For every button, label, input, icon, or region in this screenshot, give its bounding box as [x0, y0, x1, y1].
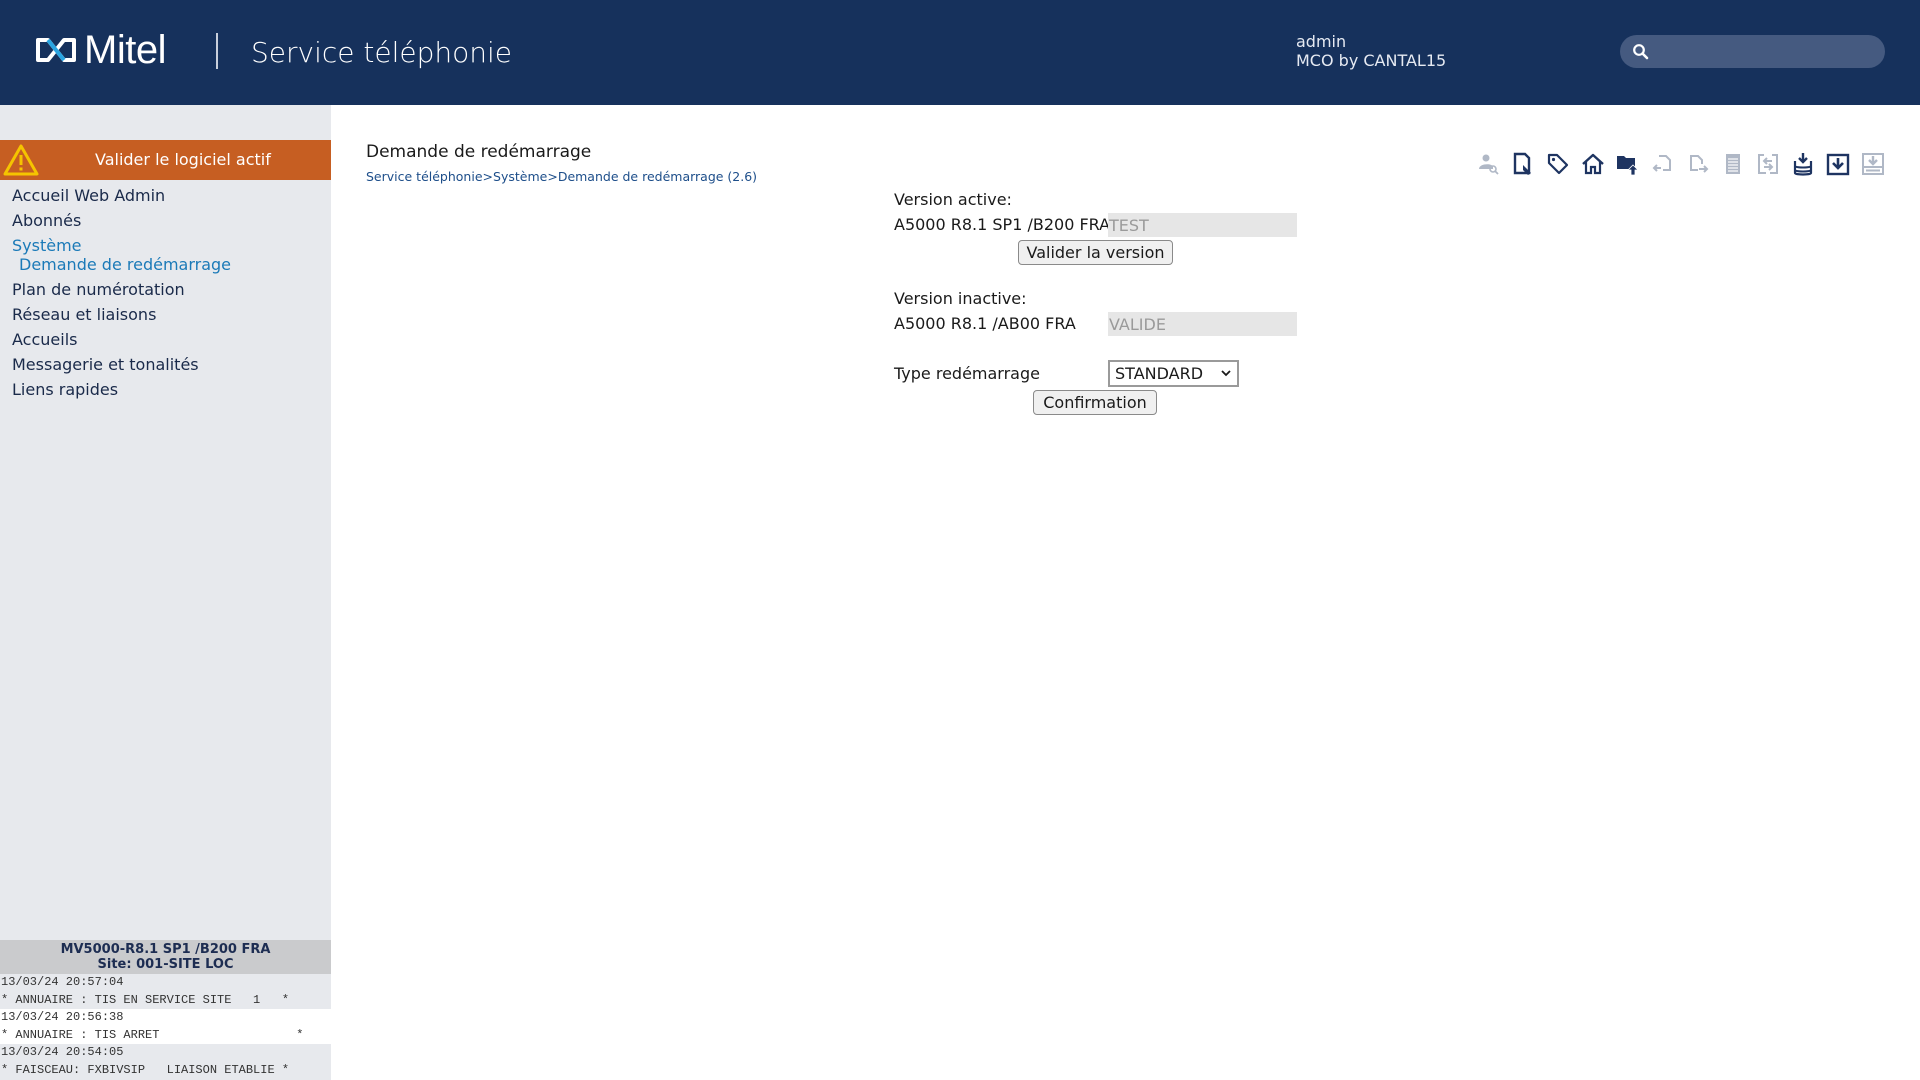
home-icon: [1581, 153, 1604, 175]
tag-button[interactable]: [1540, 150, 1575, 178]
tag-icon: [1547, 153, 1568, 175]
document-edit-icon: [1513, 152, 1531, 175]
database-download-icon: [1793, 153, 1812, 176]
active-version-value: A5000 R8.1 SP1 /B200 FRA: [894, 215, 1111, 234]
download-tray-button[interactable]: [1855, 150, 1890, 178]
restart-type-label: Type redémarrage: [894, 364, 1040, 383]
validate-software-label: Valider le logiciel actif: [95, 150, 271, 169]
page-title: Demande de redémarrage: [366, 142, 592, 162]
restart-type-value: STANDARD: [1115, 364, 1204, 383]
inactive-version-state: [1108, 312, 1297, 336]
confirmation-button[interactable]: Confirmation: [1033, 390, 1157, 415]
document-export-button[interactable]: [1680, 150, 1715, 178]
validate-version-button[interactable]: Valider la version: [1018, 240, 1173, 265]
sidebar-subitem-demande-redemarrage[interactable]: Demande de redémarrage: [12, 255, 231, 274]
system-status-panel: MV5000-R8.1 SP1 /B200 FRA Site: 001-SITE…: [0, 940, 331, 1080]
mitel-logo[interactable]: Mitel: [34, 27, 166, 72]
document-edit-button[interactable]: [1505, 150, 1540, 178]
swap-button[interactable]: [1750, 150, 1785, 178]
sidebar-nav: Accueil Web Admin Abonnés Système Demand…: [12, 183, 231, 402]
inactive-version-value: A5000 R8.1 /AB00 FRA: [894, 314, 1076, 333]
system-version: MV5000-R8.1 SP1 /B200 FRA: [60, 942, 271, 957]
system-site: Site: 001-SITE LOC: [97, 957, 234, 972]
sidebar-item-plan-numerotation[interactable]: Plan de numérotation: [12, 277, 231, 302]
download-box-icon: [1826, 153, 1849, 176]
brand-name: Mitel: [84, 27, 166, 72]
header-divider: [216, 33, 218, 69]
list-button[interactable]: [1715, 150, 1750, 178]
search-icon: [1633, 44, 1649, 60]
download-tray-icon: [1861, 153, 1884, 175]
sidebar-item-liens-rapides[interactable]: Liens rapides: [12, 377, 231, 402]
user-name: admin: [1296, 32, 1347, 51]
breadcrumb-separator: >: [547, 169, 558, 184]
document-import-button[interactable]: [1645, 150, 1680, 178]
log-timestamp: 13/03/24 20:54:05: [0, 1044, 331, 1062]
log-timestamp: 13/03/24 20:56:38: [0, 1009, 331, 1027]
active-version-label: Version active:: [894, 190, 1012, 209]
breadcrumb-separator: >: [482, 169, 494, 184]
breadcrumb-item[interactable]: Service téléphonie: [366, 169, 483, 184]
header-bar: Mitel Service téléphonie admin MCO by CA…: [0, 0, 1920, 105]
sidebar: Valider le logiciel actif Accueil Web Ad…: [0, 105, 331, 940]
document-export-icon: [1689, 155, 1708, 173]
document-import-icon: [1652, 155, 1671, 172]
sidebar-item-abonnes[interactable]: Abonnés: [12, 208, 231, 233]
list-icon: [1725, 154, 1740, 174]
home-button[interactable]: [1575, 150, 1610, 178]
folder-upload-button[interactable]: [1610, 150, 1645, 178]
download-box-button[interactable]: [1820, 150, 1855, 178]
log-timestamp: 13/03/24 20:57:04: [0, 974, 331, 992]
restart-type-select[interactable]: STANDARD: [1108, 360, 1239, 387]
app-title: Service téléphonie: [251, 36, 512, 69]
log-message: * FAISCEAU: FXBIVSIP LIAISON ETABLIE *: [0, 1061, 331, 1079]
user-search-icon: [1478, 154, 1499, 175]
log-message: * ANNUAIRE : TIS EN SERVICE SITE 1 *: [0, 991, 331, 1009]
sidebar-item-reseau-liaisons[interactable]: Réseau et liaisons: [12, 302, 231, 327]
database-download-button[interactable]: [1785, 150, 1820, 178]
chevron-down-icon: [1221, 370, 1231, 377]
folder-upload-icon: [1616, 156, 1639, 176]
page-toolbar: [1470, 150, 1890, 178]
user-organization: MCO by CANTAL15: [1296, 51, 1447, 70]
validate-software-banner[interactable]: Valider le logiciel actif: [0, 140, 331, 180]
mitel-logo-icon: [36, 38, 76, 62]
breadcrumb: Service téléphonie>Système>Demande de re…: [366, 169, 757, 184]
user-info: admin MCO by CANTAL15: [1296, 32, 1446, 70]
inactive-version-label: Version inactive:: [894, 289, 1027, 308]
warning-icon: [3, 144, 39, 176]
breadcrumb-item-current: Demande de redémarrage (2.6): [557, 169, 758, 184]
active-version-state: [1108, 213, 1297, 237]
log-message: * ANNUAIRE : TIS ARRET *: [0, 1026, 331, 1044]
sidebar-item-messagerie-tonalites[interactable]: Messagerie et tonalités: [12, 352, 231, 377]
sidebar-item-accueils[interactable]: Accueils: [12, 327, 231, 352]
user-search-button[interactable]: [1470, 150, 1505, 178]
system-status-header: MV5000-R8.1 SP1 /B200 FRA Site: 001-SITE…: [0, 940, 331, 974]
swap-icon: [1757, 154, 1778, 174]
search-box[interactable]: [1620, 35, 1885, 68]
breadcrumb-item[interactable]: Système: [493, 169, 547, 184]
search-input[interactable]: [1656, 39, 1876, 64]
sidebar-item-accueil-web-admin[interactable]: Accueil Web Admin: [12, 183, 231, 208]
